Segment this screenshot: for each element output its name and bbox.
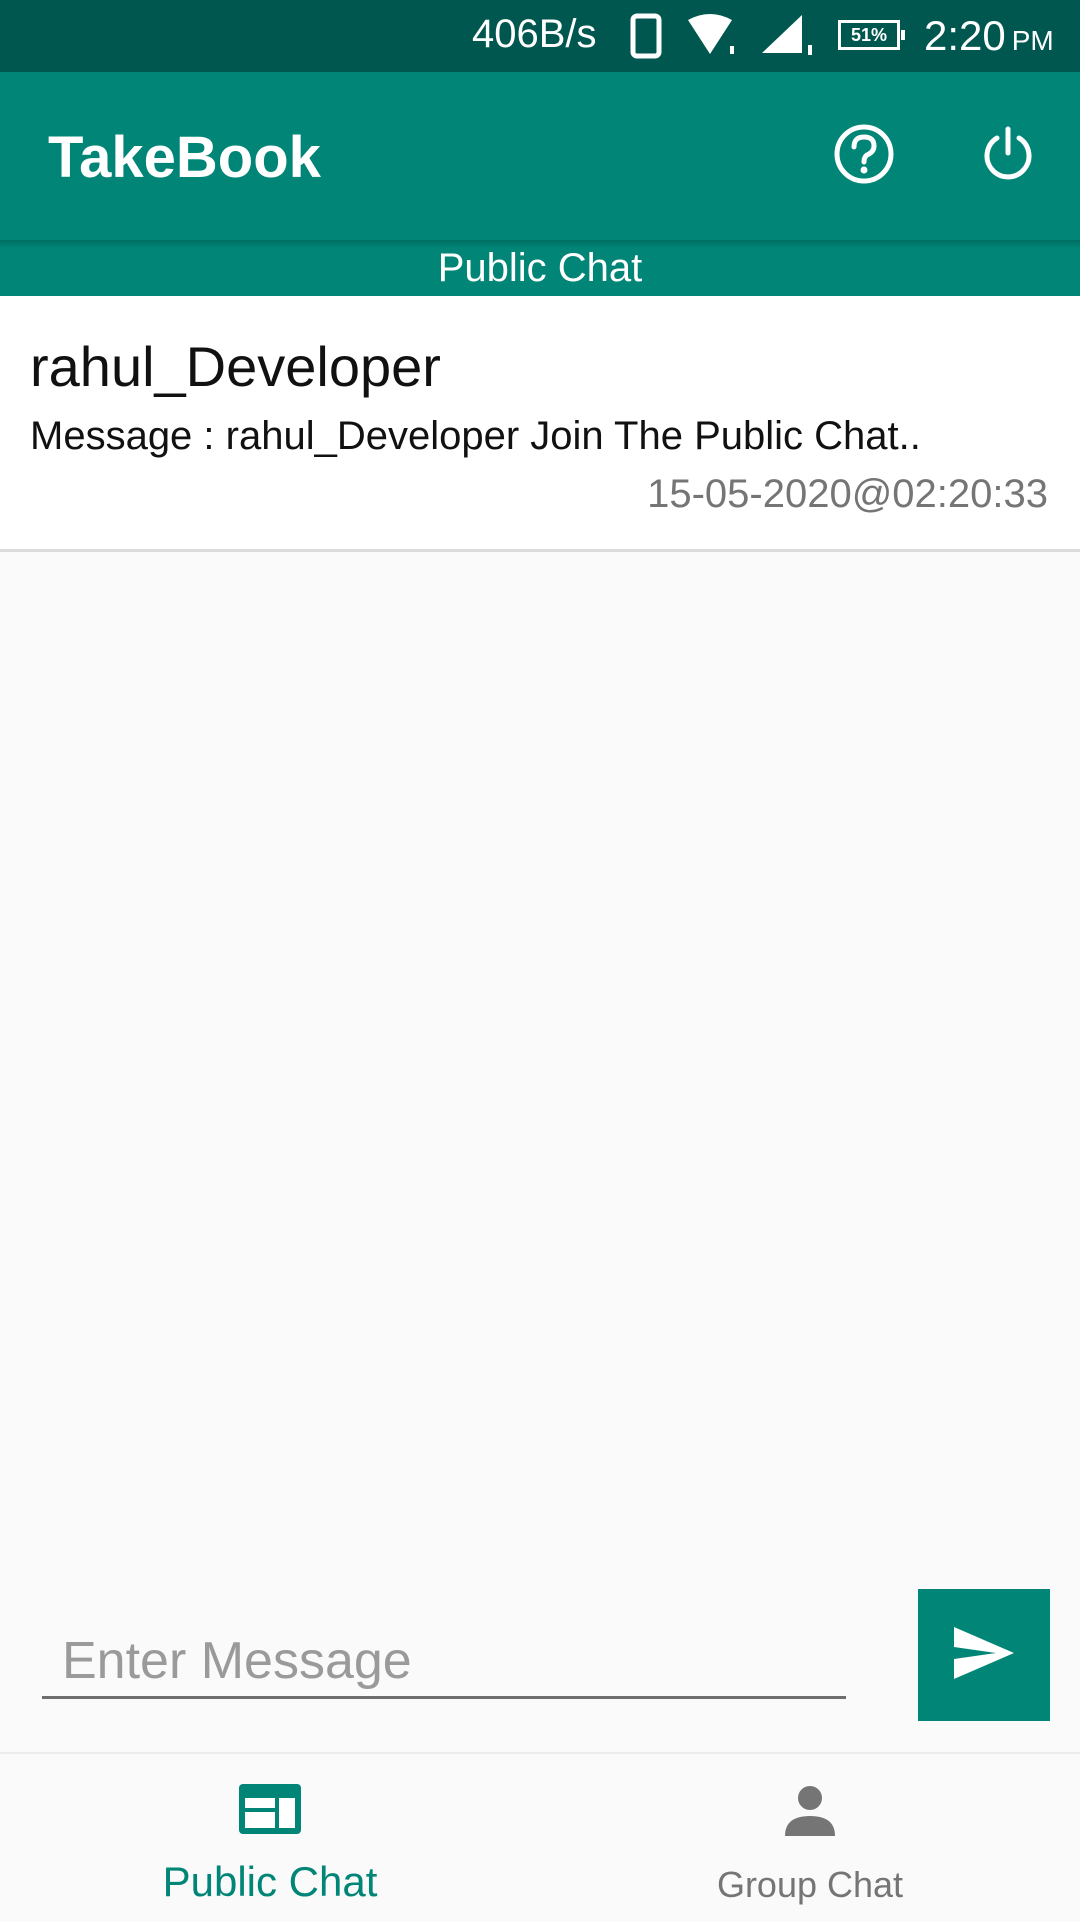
web-icon (239, 1784, 301, 1839)
power-icon (979, 125, 1037, 188)
signal-icon (758, 13, 814, 64)
send-icon (952, 1625, 1016, 1686)
message-sender: rahul_Developer (30, 335, 441, 398)
battery-icon: 51% (838, 20, 905, 50)
person-icon (783, 1784, 837, 1843)
power-button[interactable] (972, 120, 1044, 192)
app-title: TakeBook (48, 125, 321, 190)
nav-group-chat-label: Group Chat (716, 1864, 904, 1905)
status-bar: 406B/s 51% 2:20 PM (0, 0, 1080, 72)
network-speed: 406B/s (472, 12, 597, 56)
bottom-navigation: Public Chat Group Chat (0, 1752, 1080, 1920)
message-timestamp: 15-05-2020@02:20:33 (647, 472, 1048, 516)
message-text: Message : rahul_Developer Join The Publi… (30, 414, 921, 458)
wifi-icon (686, 14, 742, 63)
clock-time: 2:20 (924, 12, 1006, 59)
phone-icon (630, 13, 662, 64)
battery-level: 51% (850, 25, 888, 45)
app-bar: TakeBook (0, 72, 1080, 240)
message-list[interactable]: rahul_Developer Message : rahul_Develope… (0, 296, 1080, 552)
message-composer (0, 1585, 1080, 1745)
clock-ampm: PM (1011, 25, 1054, 56)
message-input[interactable] (42, 1625, 846, 1699)
list-item[interactable]: rahul_Developer Message : rahul_Develope… (0, 296, 1080, 552)
nav-group-chat[interactable]: Group Chat (540, 1754, 1080, 1922)
nav-public-chat[interactable]: Public Chat (0, 1754, 540, 1922)
clock: 2:20 PM (924, 12, 1054, 60)
help-circle-icon (833, 123, 895, 190)
send-button[interactable] (918, 1589, 1050, 1721)
section-header: Public Chat (0, 240, 1080, 296)
help-button[interactable] (828, 120, 900, 192)
nav-public-chat-label: Public Chat (162, 1858, 378, 1905)
section-title: Public Chat (437, 246, 643, 290)
